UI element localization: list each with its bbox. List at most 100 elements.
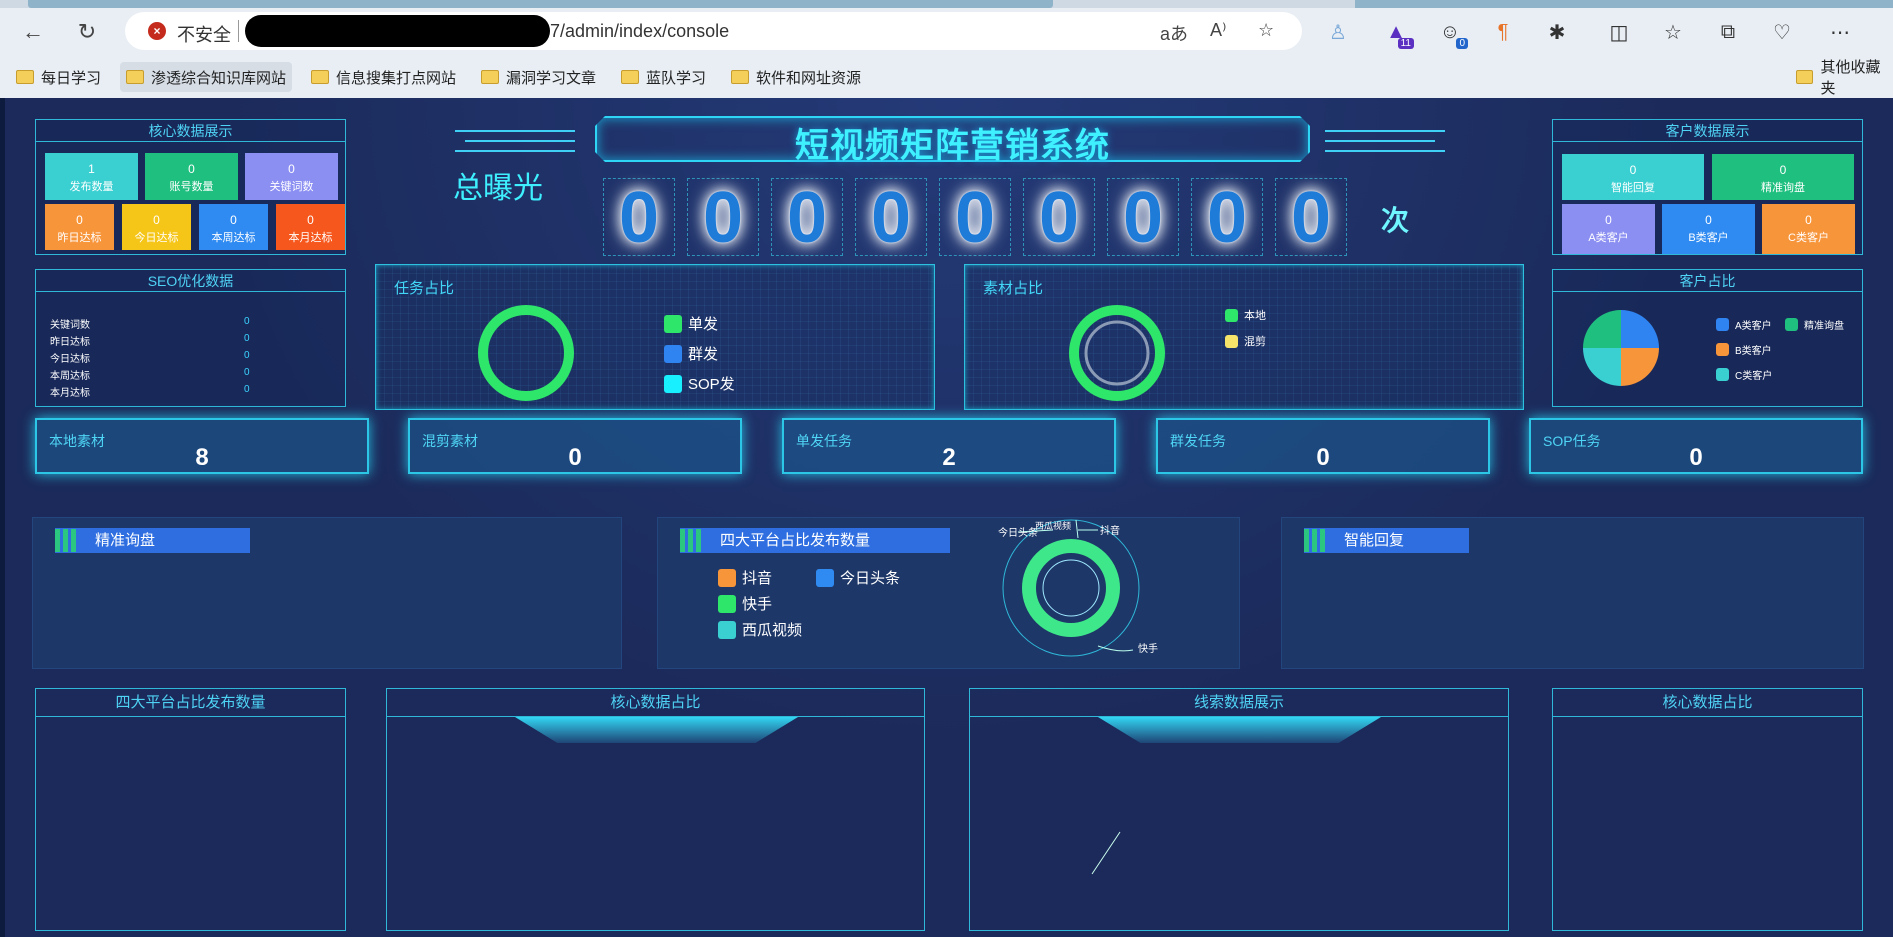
favorite-star-icon[interactable]: ☆ — [1258, 20, 1274, 41]
bookmark-item[interactable]: 渗透综合知识库网站 — [120, 62, 293, 92]
core-tile[interactable]: 1 发布数量 — [45, 153, 138, 200]
legend-item[interactable]: 抖音 — [718, 567, 772, 588]
legend-item[interactable]: B类客户 — [1716, 342, 1772, 357]
bookmark-item[interactable]: 蓝队学习 — [621, 62, 706, 92]
legend-item[interactable]: 群发 — [664, 343, 718, 364]
legend-item[interactable]: 精准询盘 — [1785, 317, 1844, 332]
legend-item[interactable]: 单发 — [664, 313, 718, 334]
stat-card-single-task[interactable]: 单发任务 2 — [782, 418, 1116, 474]
legend-item[interactable]: 西瓜视频 — [718, 619, 802, 640]
exposure-digit: 0 — [1275, 178, 1347, 257]
browser-chrome: ← ↻ × 不安全 7/admin/index/console aあ A⁾ ☆ … — [0, 0, 1893, 98]
seo-label: 本周达标 — [50, 371, 90, 382]
material-donut-chart — [1069, 305, 1165, 401]
bookmark-item[interactable]: 漏洞学习文章 — [481, 62, 596, 92]
seo-label: 本月达标 — [50, 388, 90, 399]
header-bars-icon — [680, 528, 708, 553]
pie-slice-a — [1621, 310, 1659, 348]
health-icon[interactable]: ♡ — [1768, 18, 1796, 46]
legend-label: 抖音 — [742, 570, 773, 587]
core-tile[interactable]: 0 账号数量 — [145, 153, 238, 200]
seo-value: 0 — [244, 333, 250, 344]
translate-icon[interactable]: aあ — [1160, 20, 1188, 46]
bookmark-label: 信息搜集打点网站 — [336, 69, 457, 87]
legend-label: 快手 — [742, 596, 773, 613]
panel-title: 客户占比 — [1553, 270, 1862, 292]
tile-label: A类客户 — [1588, 232, 1629, 244]
panel-title: 智能回复 — [1344, 532, 1405, 549]
bookmark-item[interactable]: 信息搜集打点网站 — [311, 62, 456, 92]
bookmark-other[interactable]: 其他收藏夹 — [1796, 59, 1893, 97]
legend-item[interactable]: 今日头条 — [816, 567, 900, 588]
read-aloud-icon[interactable]: A⁾ — [1210, 20, 1226, 41]
tab-strip — [0, 0, 1893, 8]
customer-tile[interactable]: 0 B类客户 — [1662, 204, 1755, 254]
panel-header: 精准询盘 — [55, 528, 250, 553]
seo-value: 0 — [244, 350, 250, 361]
bookmark-item[interactable]: 每日学习 — [16, 62, 101, 92]
customer-tile[interactable]: 0 C类客户 — [1762, 204, 1855, 254]
donut-inner-ring — [1084, 320, 1150, 386]
exposure-digit: 0 — [1023, 178, 1095, 257]
tile-label: 智能回复 — [1611, 182, 1655, 194]
panel-title: 任务占比 — [394, 280, 455, 297]
core-tile[interactable]: 0 本月达标 — [276, 204, 345, 250]
customer-tile[interactable]: 0 A类客户 — [1562, 204, 1655, 254]
legend-item[interactable]: A类客户 — [1716, 317, 1772, 332]
exposure-label: 总曝光 — [453, 172, 543, 205]
legend-item[interactable]: C类客户 — [1716, 367, 1772, 382]
legend-label: 混剪 — [1244, 336, 1266, 348]
legend-swatch — [664, 314, 682, 333]
collections-icon[interactable]: ⧉ — [1714, 18, 1742, 46]
tab-active[interactable] — [28, 0, 1053, 8]
seo-value: 0 — [244, 316, 250, 327]
pie-slice-b — [1621, 348, 1659, 386]
refresh-icon[interactable]: ↻ — [72, 17, 102, 47]
panel-title: SEO优化数据 — [36, 270, 345, 292]
legend-swatch — [1225, 334, 1238, 348]
core-tile[interactable]: 0 关键词数 — [245, 153, 338, 200]
favorites-icon[interactable]: ☆ — [1659, 18, 1687, 46]
panel-title: 核心数据占比 — [387, 689, 924, 717]
core-tile[interactable]: 0 今日达标 — [122, 204, 191, 250]
customer-tile[interactable]: 0 智能回复 — [1562, 154, 1704, 200]
donut-ring — [1022, 539, 1120, 637]
profile-ext-icon[interactable]: ☺ 0 — [1436, 18, 1468, 49]
core-tile[interactable]: 0 昨日达标 — [45, 204, 114, 250]
back-arrow-icon[interactable]: ← — [18, 17, 48, 47]
stat-card-sop-task[interactable]: SOP任务 0 — [1529, 418, 1863, 474]
legend-item[interactable]: 混剪 — [1225, 333, 1266, 349]
bookmark-item[interactable]: 软件和网址资源 — [731, 62, 861, 92]
stat-card-local-material[interactable]: 本地素材 8 — [35, 418, 369, 474]
lower-panel-core-ratio-2: 核心数据占比 — [1552, 688, 1863, 931]
legend-label: 群发 — [688, 346, 719, 363]
legend-item[interactable]: 快手 — [718, 593, 772, 614]
stat-value: 2 — [942, 444, 956, 471]
teams-icon[interactable]: ▲ 11 — [1382, 18, 1414, 49]
smart-reply-panel: 智能回复 — [1281, 517, 1864, 669]
paragraph-icon[interactable]: ¶ — [1489, 18, 1517, 46]
core-tile[interactable]: 0 本周达标 — [199, 204, 268, 250]
url-text[interactable]: 7/admin/index/console — [550, 21, 729, 42]
legend-item[interactable]: SOP发 — [664, 373, 735, 394]
legend-item[interactable]: 本地 — [1225, 307, 1266, 323]
tab-other[interactable] — [1355, 0, 1893, 8]
panel-title: 四大平台占比发布数量 — [36, 689, 345, 717]
stat-value: 8 — [195, 444, 209, 471]
stat-value: 0 — [568, 444, 582, 471]
seo-row: 今日达标 0 — [50, 350, 260, 365]
legend-label: 单发 — [688, 316, 719, 333]
more-menu-icon[interactable]: ⋯ — [1826, 18, 1854, 46]
stat-card-group-task[interactable]: 群发任务 0 — [1156, 418, 1490, 474]
extension-icon[interactable]: ♙ — [1324, 18, 1352, 46]
title-wing-right — [1325, 150, 1445, 152]
title-wing-left — [455, 130, 575, 132]
split-screen-icon[interactable]: ◫ — [1605, 18, 1633, 46]
puzzle-icon[interactable]: ✱ — [1543, 18, 1571, 46]
lower-panel-platform: 四大平台占比发布数量 — [35, 688, 346, 931]
customer-tile[interactable]: 0 精准询盘 — [1712, 154, 1854, 200]
address-bar[interactable]: × 不安全 7/admin/index/console aあ A⁾ ☆ — [125, 12, 1302, 50]
stat-card-mix-material[interactable]: 混剪素材 0 — [408, 418, 742, 474]
legend-label: A类客户 — [1735, 321, 1772, 332]
exposure-unit: 次 — [1381, 205, 1410, 236]
